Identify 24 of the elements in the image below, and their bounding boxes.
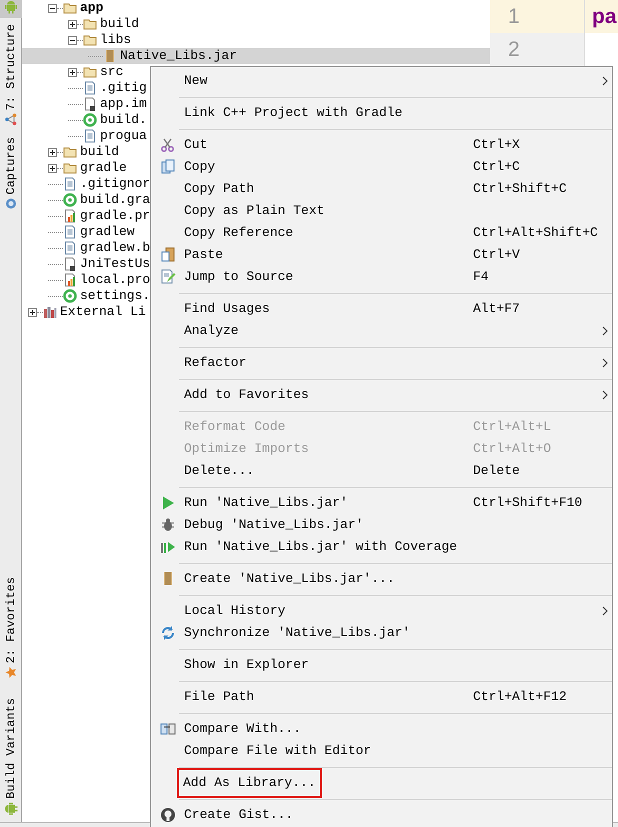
- tree-item-label: gradle.pr: [80, 207, 150, 226]
- tree-item-label: build.: [100, 111, 147, 130]
- code-text: pa: [592, 4, 617, 30]
- tree-item-label: settings.: [80, 287, 150, 306]
- tree-item-label: .gitignor: [80, 175, 150, 194]
- tree-item-label: local.pro: [80, 271, 150, 290]
- tree-item-label: app: [80, 0, 104, 18]
- tree-item-label: build: [100, 15, 140, 34]
- tree-item-label: JniTestUs: [80, 255, 150, 274]
- tree-item-label: External Li: [60, 303, 146, 322]
- tree-item-label: libs: [100, 31, 132, 50]
- tree-item-label: progua: [100, 127, 147, 146]
- tree-item-label: gradlew: [80, 223, 135, 242]
- tree-item-label: .gitig: [100, 79, 147, 98]
- tree-item-label: gradlew.b: [80, 239, 150, 258]
- tree-item-label: build: [80, 143, 120, 162]
- tree-item-label: Native_Libs.jar: [120, 47, 238, 66]
- tree-item-label: src: [100, 63, 124, 82]
- tree-item-label: build.gra: [80, 191, 150, 210]
- highlight-box: Add As Library...: [177, 768, 322, 798]
- line-number: 1: [508, 4, 520, 30]
- tree-item-label: gradle: [80, 159, 127, 178]
- tree-item-label: app.im: [100, 95, 147, 114]
- line-number: 2: [508, 36, 520, 63]
